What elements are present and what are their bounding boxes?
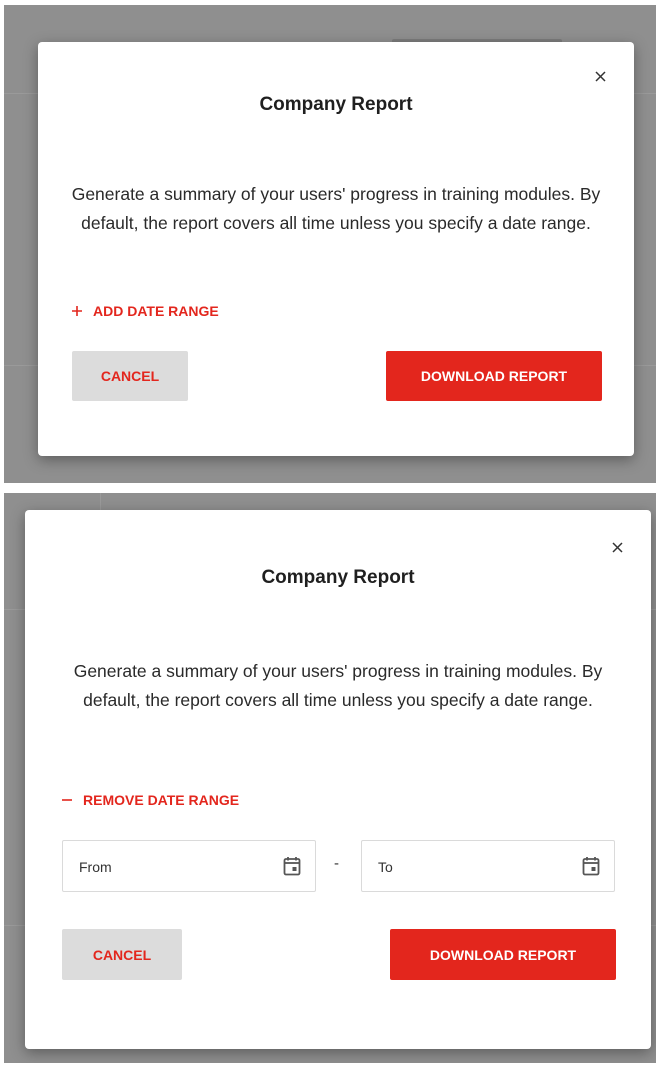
close-icon <box>611 541 623 553</box>
add-date-range-label: ADD DATE RANGE <box>93 303 219 319</box>
remove-date-range-link[interactable]: REMOVE DATE RANGE <box>61 792 239 808</box>
download-report-button[interactable]: DOWNLOAD REPORT <box>390 929 616 980</box>
cancel-button[interactable]: CANCEL <box>62 929 182 980</box>
modal-description: Generate a summary of your users' progre… <box>71 184 601 233</box>
from-date-input[interactable]: From <box>62 840 316 892</box>
from-date-placeholder: From <box>79 859 112 875</box>
close-icon <box>594 70 606 82</box>
plus-icon <box>72 306 82 316</box>
remove-date-range-label: REMOVE DATE RANGE <box>83 792 240 808</box>
modal-overlay-expanded: Company Report Generate a summary of you… <box>4 493 656 1063</box>
close-button[interactable] <box>590 66 610 86</box>
modal-description: Generate a summary of your users' progre… <box>73 661 603 710</box>
close-button[interactable] <box>607 537 627 557</box>
date-range-separator: - <box>334 855 339 872</box>
company-report-modal: Company Report Generate a summary of you… <box>25 510 651 1049</box>
to-date-placeholder: To <box>378 859 393 875</box>
minus-icon <box>62 799 72 801</box>
background-divider <box>100 493 101 511</box>
calendar-icon[interactable] <box>283 856 301 876</box>
company-report-modal: Company Report Generate a summary of you… <box>38 42 634 456</box>
cancel-button[interactable]: CANCEL <box>72 351 188 401</box>
download-report-button[interactable]: DOWNLOAD REPORT <box>386 351 602 401</box>
modal-title: Company Report <box>259 94 413 115</box>
add-date-range-link[interactable]: ADD DATE RANGE <box>71 303 219 319</box>
modal-overlay-collapsed: Company Report Generate a summary of you… <box>4 5 656 483</box>
calendar-icon[interactable] <box>582 856 600 876</box>
to-date-input[interactable]: To <box>361 840 615 892</box>
modal-title: Company Report <box>261 567 415 588</box>
